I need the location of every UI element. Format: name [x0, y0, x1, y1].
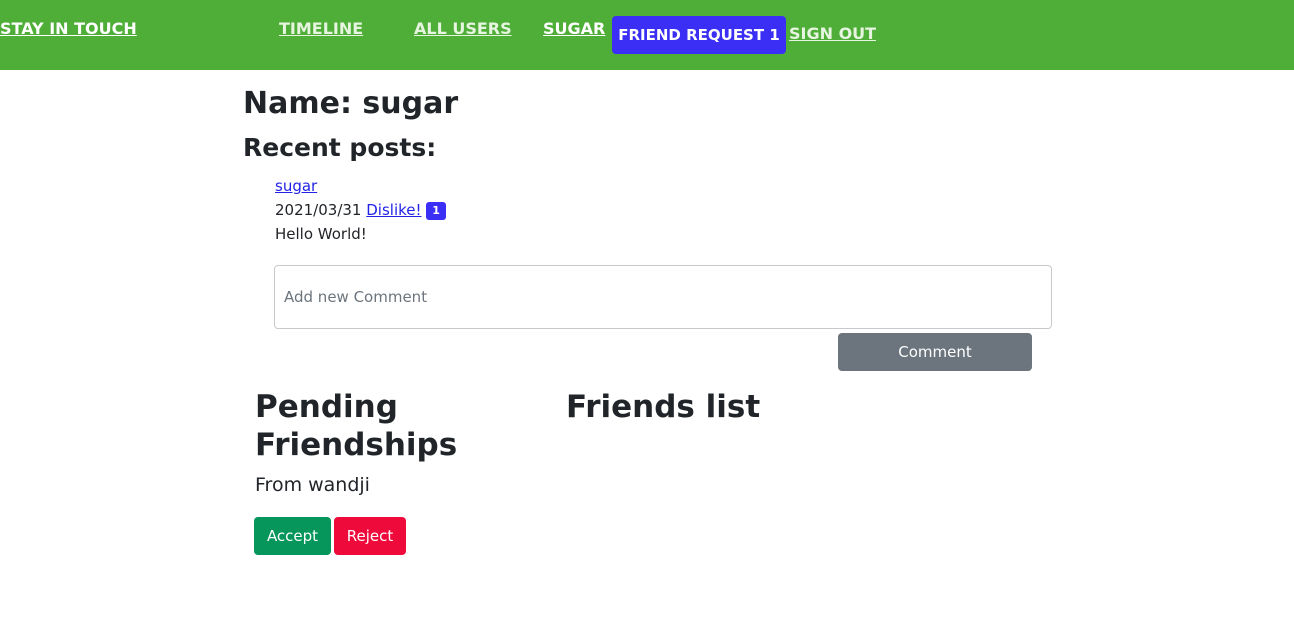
dislike-link[interactable]: Dislike! — [366, 201, 421, 219]
reject-button[interactable]: Reject — [334, 517, 406, 555]
post-item: sugar 2021/03/31 Dislike! 1 Hello World! — [275, 174, 446, 246]
navbar: STAY IN TOUCH TIMELINE ALL USERS SUGAR F… — [0, 0, 1294, 70]
sign-out-link[interactable]: SIGN OUT — [789, 24, 876, 43]
pending-request-from: From wandji — [255, 474, 370, 496]
brand-link[interactable]: STAY IN TOUCH — [0, 19, 137, 38]
friend-request-button[interactable]: FRIEND REQUEST 1 — [612, 16, 786, 54]
nav-link-profile[interactable]: SUGAR — [543, 19, 605, 38]
post-author-link[interactable]: sugar — [275, 177, 317, 195]
recent-posts-heading: Recent posts: — [243, 133, 437, 162]
post-content: Hello World! — [275, 225, 367, 243]
comment-button[interactable]: Comment — [838, 333, 1032, 371]
nav-link-all-users[interactable]: ALL USERS — [414, 19, 512, 38]
nav-link-timeline[interactable]: TIMELINE — [279, 19, 363, 38]
profile-name-heading: Name: sugar — [243, 86, 459, 121]
pending-friendships-heading: Pending Friendships — [255, 389, 458, 463]
comment-input[interactable] — [274, 265, 1052, 329]
like-count-badge: 1 — [426, 201, 446, 220]
post-date: 2021/03/31 — [275, 201, 362, 219]
accept-button[interactable]: Accept — [254, 517, 331, 555]
friends-list-heading: Friends list — [566, 389, 761, 425]
